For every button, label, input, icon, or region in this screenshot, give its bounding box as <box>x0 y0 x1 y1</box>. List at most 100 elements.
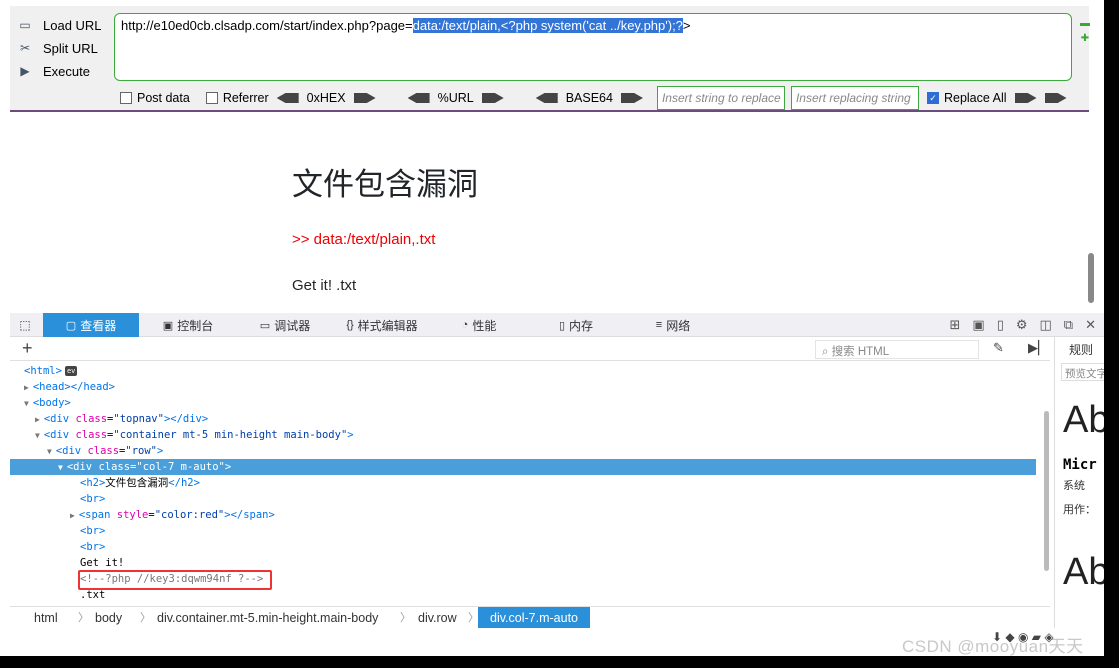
play-icon: ▶ <box>20 64 30 78</box>
minus-icon[interactable]: ▬ <box>1079 18 1091 29</box>
tree-node-br[interactable]: <br> <box>80 523 105 539</box>
base64-encode-arrow-icon[interactable] <box>620 93 643 103</box>
hackbar-options: Post data Referrer 0xHEX %URL BASE64 Ins… <box>120 86 1075 110</box>
toggle-sidebar-icon[interactable]: ▶▏ <box>1028 340 1048 356</box>
execute-button[interactable]: ▶ Execute <box>16 60 108 82</box>
tab-console[interactable]: ▣ 控制台 <box>140 313 236 337</box>
load-url-button[interactable]: ▭ Load URL <box>16 14 108 36</box>
expand-arrow-icon[interactable]: ▶ <box>70 511 75 520</box>
close-icon[interactable]: ✕ <box>1085 317 1096 333</box>
tree-node-topnav[interactable]: ▶ <div class="topnav"></div> <box>35 411 208 427</box>
undock-icon[interactable]: ⧉ <box>1064 317 1073 333</box>
tray-icons: ⬇ ◆ ◉ ▰ ◈ <box>992 630 1054 644</box>
hex-encode-arrow-icon[interactable] <box>353 93 376 103</box>
tab-inspector[interactable]: ▢ 查看器 <box>43 313 139 337</box>
url-decode-arrow-icon[interactable] <box>407 93 430 103</box>
load-url-label: Load URL <box>43 17 102 33</box>
frame-border-right <box>1104 0 1119 668</box>
browser-window: ▭ Load URL ✂ Split URL ▶ Execute http://… <box>0 0 1119 668</box>
url-encode-arrow-icon[interactable] <box>481 93 504 103</box>
tree-node-br[interactable]: <br> <box>80 539 105 555</box>
collapse-arrow-icon[interactable]: ▼ <box>47 447 52 456</box>
url-textarea[interactable]: http://e10ed0cb.clsadp.com/start/index.p… <box>114 13 1072 81</box>
breadcrumb: html 〉 body 〉 div.container.mt-5.min-hei… <box>10 606 1050 629</box>
expand-arrow-icon[interactable]: ▶ <box>24 383 29 392</box>
collapse-arrow-icon[interactable]: ▼ <box>35 431 40 440</box>
url-enc-label: %URL <box>437 91 474 105</box>
replace-search-input[interactable]: Insert string to replace <box>656 86 785 110</box>
rules-tab[interactable]: 规则 <box>1069 341 1093 358</box>
tab-network[interactable]: ≡ 网络 <box>625 313 721 337</box>
debugger-icon: ▭ <box>259 319 271 332</box>
breadcrumb-container[interactable]: div.container.mt-5.min-height.main-body <box>157 607 378 629</box>
split-url-label: Split URL <box>43 40 98 56</box>
search-html-input[interactable]: ⌕ 搜索 HTML <box>815 340 979 359</box>
breadcrumb-col[interactable]: div.col-7.m-auto <box>478 607 590 629</box>
tree-node-container[interactable]: ▼ <div class="container mt-5 min-height m… <box>35 427 354 443</box>
font-usage: 用作： <box>1063 504 1096 516</box>
replace-forward-arrow-icon[interactable] <box>1014 93 1037 103</box>
font-name: Micr <box>1063 457 1097 473</box>
tree-node-br[interactable]: <br> <box>80 491 105 507</box>
scissors-icon: ✂ <box>19 41 31 55</box>
network-icon: ≡ <box>655 319 663 331</box>
hex-decode-arrow-icon[interactable] <box>276 93 299 103</box>
font-source: 系统 <box>1063 480 1085 492</box>
tree-node-body[interactable]: ▼ <body> <box>24 395 71 411</box>
collapse-arrow-icon[interactable]: ▼ <box>24 399 29 408</box>
tree-node-html[interactable]: <html> ev <box>24 363 78 379</box>
referrer-label: Referrer <box>222 91 269 105</box>
dock-icon[interactable]: ◫ <box>1040 317 1052 333</box>
element-picker-icon[interactable]: ⬚ <box>10 313 40 337</box>
load-url-icon: ▭ <box>19 18 31 32</box>
add-node-icon[interactable]: + <box>22 338 33 359</box>
inspector-toolbar: + ⌕ 搜索 HTML ✎ ▶▏ <box>10 337 1050 361</box>
page-red-text: >> data:/text/plain,.txt <box>292 231 436 248</box>
tab-memory[interactable]: ▯ 内存 <box>528 313 624 337</box>
tab-style-editor[interactable]: {} 样式编辑器 <box>334 313 430 337</box>
execute-label: Execute <box>43 63 90 79</box>
plus-icon[interactable]: ✚ <box>1079 33 1091 44</box>
expand-arrow-icon[interactable]: ▶ <box>35 415 40 424</box>
split-url-button[interactable]: ✂ Split URL <box>16 37 108 59</box>
replace-backward-arrow-icon[interactable] <box>1044 93 1067 103</box>
replace-with-input[interactable]: Insert replacing string <box>790 86 919 110</box>
breadcrumb-body[interactable]: body <box>95 607 122 629</box>
breadcrumb-row[interactable]: div.row <box>418 607 457 629</box>
post-data-checkbox[interactable] <box>120 92 132 104</box>
page-scrollbar[interactable] <box>1088 253 1094 303</box>
chevron-right-icon: 〉 <box>400 612 411 624</box>
tree-node-comment[interactable]: <!--?php //key3:dqwm94nf ?--> <box>80 571 263 587</box>
tree-node-span[interactable]: ▶ <span style="color:red"></span> <box>70 507 275 523</box>
post-data-label: Post data <box>137 91 190 105</box>
base64-decode-arrow-icon[interactable] <box>535 93 558 103</box>
tab-performance[interactable]: ◔ 性能 <box>431 313 527 337</box>
braces-icon: {} <box>346 319 354 331</box>
responsive-icon[interactable]: ▯ <box>997 317 1004 333</box>
chevron-right-icon: 〉 <box>78 612 89 624</box>
base64-label: BASE64 <box>565 91 613 105</box>
rules-sidebar: 规则 预览文字 Ab Micr 系统 用作： Ab <box>1054 337 1104 657</box>
tree-node-text-get-it[interactable]: Get it! <box>80 555 124 571</box>
layout-icon[interactable]: ⊞ <box>949 317 960 333</box>
url-prefix: http://e10ed0cb.clsadp.com/start/index.p… <box>121 18 413 33</box>
tree-node-h2[interactable]: <h2>文件包含漏洞</h2> <box>80 475 200 491</box>
split-console-icon[interactable]: ▣ <box>972 317 984 333</box>
side-icons: ▬ ✚ <box>1079 18 1091 48</box>
gear-icon[interactable]: ⚙ <box>1016 317 1028 333</box>
preview-text-input[interactable]: 预览文字 <box>1061 363 1104 381</box>
replace-all-checkbox[interactable]: ✓ <box>926 92 939 104</box>
devtools-tabbar: ⬚ ▢ 查看器 ▣ 控制台 ▭ 调试器 {} 样式编辑器 ◔ 性能 ▯ 内存 ≡ 网络 ⊞ ▣… <box>10 313 1104 337</box>
eyedropper-icon[interactable]: ✎ <box>993 340 1004 356</box>
tree-node-col-selected[interactable]: ▼ <div class="col-7 m-auto"> <box>10 459 1036 475</box>
breadcrumb-html[interactable]: html <box>34 607 58 629</box>
collapse-arrow-icon[interactable]: ▼ <box>58 463 63 472</box>
tab-debugger[interactable]: ▭ 调试器 <box>237 313 333 337</box>
tree-node-head[interactable]: ▶ <head></head> <box>24 379 115 395</box>
referrer-checkbox[interactable] <box>205 92 218 104</box>
tree-node-row[interactable]: ▼ <div class="row"> <box>47 443 163 459</box>
replace-all-label: Replace All <box>943 91 1007 105</box>
tree-node-text-txt[interactable]: .txt <box>80 587 105 603</box>
page-viewport: 文件包含漏洞 >> data:/text/plain,.txt Get it! … <box>10 113 1094 313</box>
event-badge[interactable]: ev <box>64 366 78 376</box>
